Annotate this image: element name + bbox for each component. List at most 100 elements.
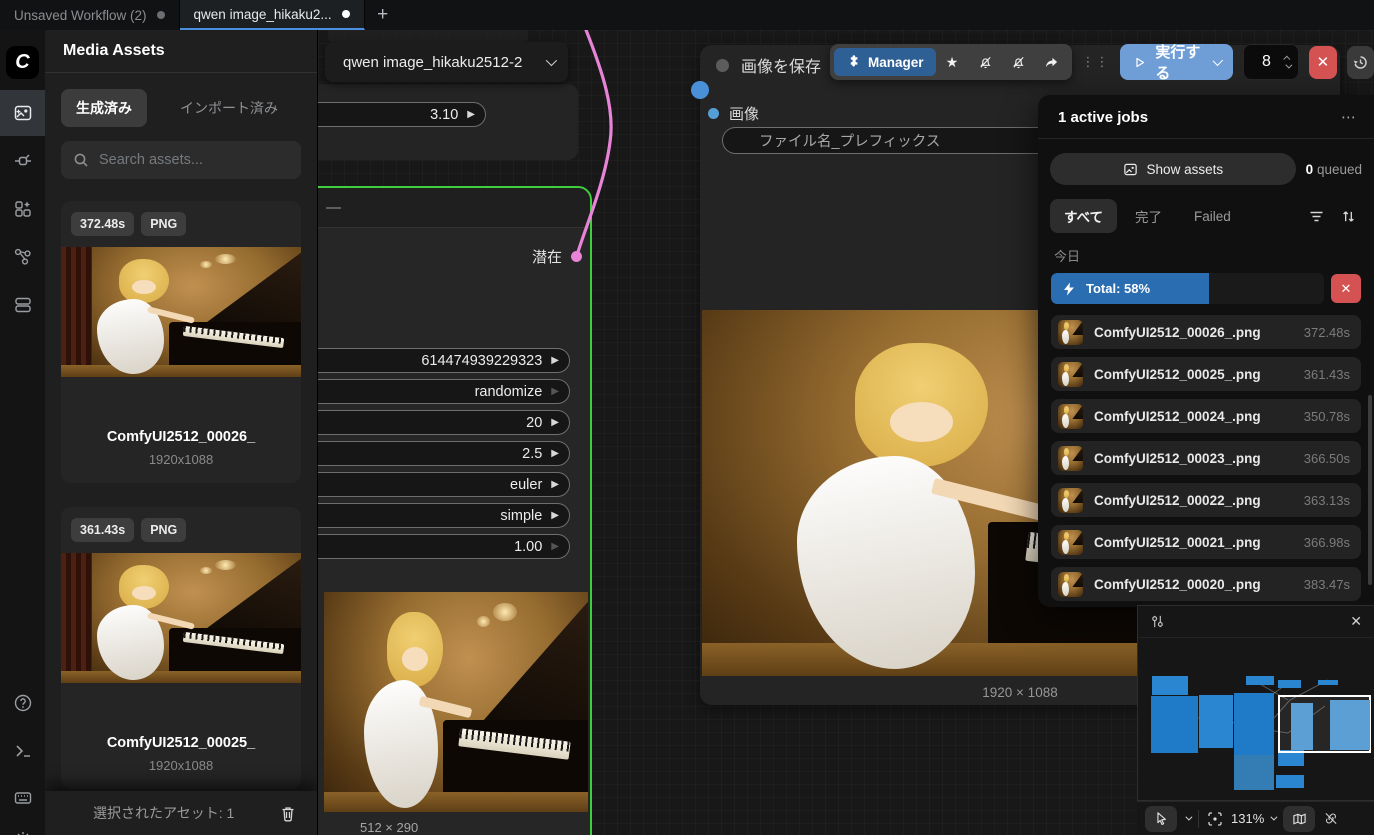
progress-label: Total: 58%	[1086, 281, 1150, 296]
fit-view-button[interactable]	[1207, 806, 1223, 832]
sidebar-item-media-assets[interactable]	[0, 90, 45, 136]
tab-failed[interactable]: Failed	[1180, 202, 1245, 231]
jobs-menu-button[interactable]: ⋯	[1341, 108, 1356, 126]
node-collapse-glyph[interactable]: —	[326, 199, 341, 216]
widget-arrow-icon[interactable]: ▶	[551, 386, 559, 397]
history-button[interactable]	[1347, 46, 1374, 79]
workflow-selector-dropdown[interactable]: qwen image_hikaku2512-2	[325, 42, 568, 82]
widget-arrow-icon[interactable]: ▶	[551, 448, 559, 459]
sidebar-item-help[interactable]	[0, 680, 45, 726]
job-row[interactable]: ComfyUI2512_00022_.png 363.13s	[1051, 483, 1361, 517]
jobs-scrollbar[interactable]	[1368, 395, 1372, 585]
chevron-down-icon[interactable]	[1212, 55, 1222, 65]
latent-output-slot[interactable]: 潜在	[532, 246, 582, 267]
job-row[interactable]: ComfyUI2512_00024_.png 350.78s	[1051, 399, 1361, 433]
sidebar-item-nodes[interactable]	[0, 138, 45, 184]
tab-qwen-image-hikaku[interactable]: qwen image_hikaku2...	[180, 0, 365, 30]
sidebar-item-settings[interactable]	[0, 816, 45, 835]
sidebar-item-shortcuts[interactable]	[0, 775, 45, 821]
manager-button[interactable]: Manager	[834, 48, 936, 76]
job-row[interactable]: ComfyUI2512_00023_.png 366.50s	[1051, 441, 1361, 475]
sampler-node[interactable]: — 潜在 614474939229323 ▶ 御 randomize ▶	[318, 186, 592, 835]
asset-search-box[interactable]	[61, 141, 301, 179]
job-row[interactable]: ComfyUI2512_00020_.png 383.47s	[1051, 567, 1361, 601]
scheduler-widget[interactable]: ラ simple ▶	[318, 503, 570, 528]
job-row[interactable]: ComfyUI2512_00021_.png 366.98s	[1051, 525, 1361, 559]
chevron-down-icon[interactable]	[1286, 61, 1293, 68]
asset-thumbnail[interactable]	[61, 247, 301, 377]
filter-button[interactable]	[1302, 203, 1330, 229]
asset-card-list: 372.48s PNG ComfyUI2512_00026_ 1920x1088…	[45, 179, 317, 789]
sampler-node-preview-image[interactable]	[324, 592, 588, 812]
tab-imported[interactable]: インポート済み	[165, 89, 293, 127]
job-thumbnail	[1058, 446, 1083, 471]
comfyui-logo[interactable]: C	[6, 46, 39, 79]
widget-arrow-icon[interactable]: ▶	[551, 417, 559, 428]
widget-arrow-icon[interactable]: ▶	[551, 355, 559, 366]
widget-arrow-icon[interactable]: ▶	[551, 510, 559, 521]
control-after-generate-widget[interactable]: 御 randomize ▶	[318, 379, 570, 404]
asset-card[interactable]: 361.43s PNG ComfyUI2512_00025_ 1920x1088	[61, 507, 301, 789]
sidebar-item-model-library[interactable]	[0, 186, 45, 232]
toggle-links-button[interactable]	[1323, 806, 1339, 832]
active-jobs-title: 1 active jobs	[1058, 109, 1341, 126]
image-input-slot[interactable]: 画像	[708, 103, 759, 124]
cancel-run-button[interactable]: ✕	[1309, 46, 1336, 79]
assets-footer: 選択されたアセット: 1	[45, 791, 317, 835]
batch-count-steppers[interactable]	[1285, 56, 1290, 69]
tab-completed[interactable]: 完了	[1121, 199, 1176, 233]
minimap-toggle-button[interactable]	[1283, 806, 1315, 832]
tab-unsaved-workflow[interactable]: Unsaved Workflow (2)	[0, 0, 180, 30]
star-button[interactable]: ★	[936, 48, 969, 76]
clipped-top-node[interactable]: 3.10 ▶	[318, 84, 578, 160]
bell-slash-button[interactable]	[1002, 48, 1035, 76]
batch-count-input[interactable]: 8	[1243, 44, 1299, 80]
new-workflow-tab-button[interactable]: +	[365, 0, 401, 30]
asset-thumbnail[interactable]	[61, 553, 301, 683]
sampler-widgets: 614474939229323 ▶ 御 randomize ▶ 20 ▶ 2.5…	[318, 348, 570, 559]
asset-card[interactable]: 372.48s PNG ComfyUI2512_00026_ 1920x1088	[61, 201, 301, 483]
manager-label: Manager	[868, 55, 924, 70]
tab-all[interactable]: すべて	[1050, 199, 1117, 233]
widget-arrow-icon[interactable]: ▶	[551, 479, 559, 490]
float-value-widget[interactable]: 3.10 ▶	[318, 102, 486, 127]
share-button[interactable]	[1035, 48, 1068, 76]
delete-asset-button[interactable]	[273, 798, 303, 828]
sampler-name-widget[interactable]: 名 euler ▶	[318, 472, 570, 497]
minimap-node	[1291, 703, 1313, 750]
widget-arrow-icon[interactable]: ▶	[551, 541, 559, 552]
cancel-progress-button[interactable]: ✕	[1331, 274, 1361, 303]
sidebar-item-terminal[interactable]	[0, 728, 45, 774]
show-assets-button[interactable]: Show assets	[1050, 153, 1296, 185]
sort-button[interactable]	[1334, 203, 1362, 229]
run-button[interactable]: 実行する	[1120, 44, 1233, 80]
job-row[interactable]: ComfyUI2512_00026_.png 372.48s	[1051, 315, 1361, 349]
node-collapse-dot[interactable]	[716, 59, 729, 72]
sampler-node-header[interactable]: —	[318, 188, 590, 228]
toolbar-drag-handle[interactable]: ⋮⋮	[1082, 54, 1110, 70]
cfg-widget[interactable]: 2.5 ▶	[318, 441, 570, 466]
minimap-body[interactable]	[1138, 638, 1374, 800]
minimap-close-button[interactable]: ✕	[1350, 613, 1362, 630]
sidebar-item-workflows[interactable]	[0, 234, 45, 280]
job-row[interactable]: ComfyUI2512_00025_.png 361.43s	[1051, 357, 1361, 391]
chevron-down-icon[interactable]	[1185, 814, 1192, 821]
minimap-settings-icon[interactable]	[1150, 614, 1165, 629]
search-input[interactable]	[99, 152, 289, 168]
jobs-panel-header: 1 active jobs ⋯	[1038, 95, 1374, 139]
zoom-level-control[interactable]: 131%	[1231, 811, 1275, 826]
sidebar-item-templates[interactable]	[0, 282, 45, 328]
widget-arrow-icon[interactable]: ▶	[467, 109, 475, 120]
minimap-node	[1318, 680, 1338, 685]
bell-slash-button[interactable]	[969, 48, 1002, 76]
minimap-viewport[interactable]	[1278, 695, 1371, 753]
image-slot-dot[interactable]	[708, 108, 719, 119]
latent-slot-dot[interactable]	[571, 251, 582, 262]
zoom-level-value: 131%	[1231, 811, 1264, 826]
tab-generated[interactable]: 生成済み	[61, 89, 147, 127]
seed-widget[interactable]: 614474939229323 ▶	[318, 348, 570, 373]
top-toolbar: Manager ★ ⋮⋮ 実行する 8 ✕	[830, 44, 1374, 80]
cursor-tool-button[interactable]	[1145, 806, 1177, 832]
steps-widget[interactable]: 20 ▶	[318, 410, 570, 435]
denoise-widget[interactable]: 1.00 ▶	[318, 534, 570, 559]
